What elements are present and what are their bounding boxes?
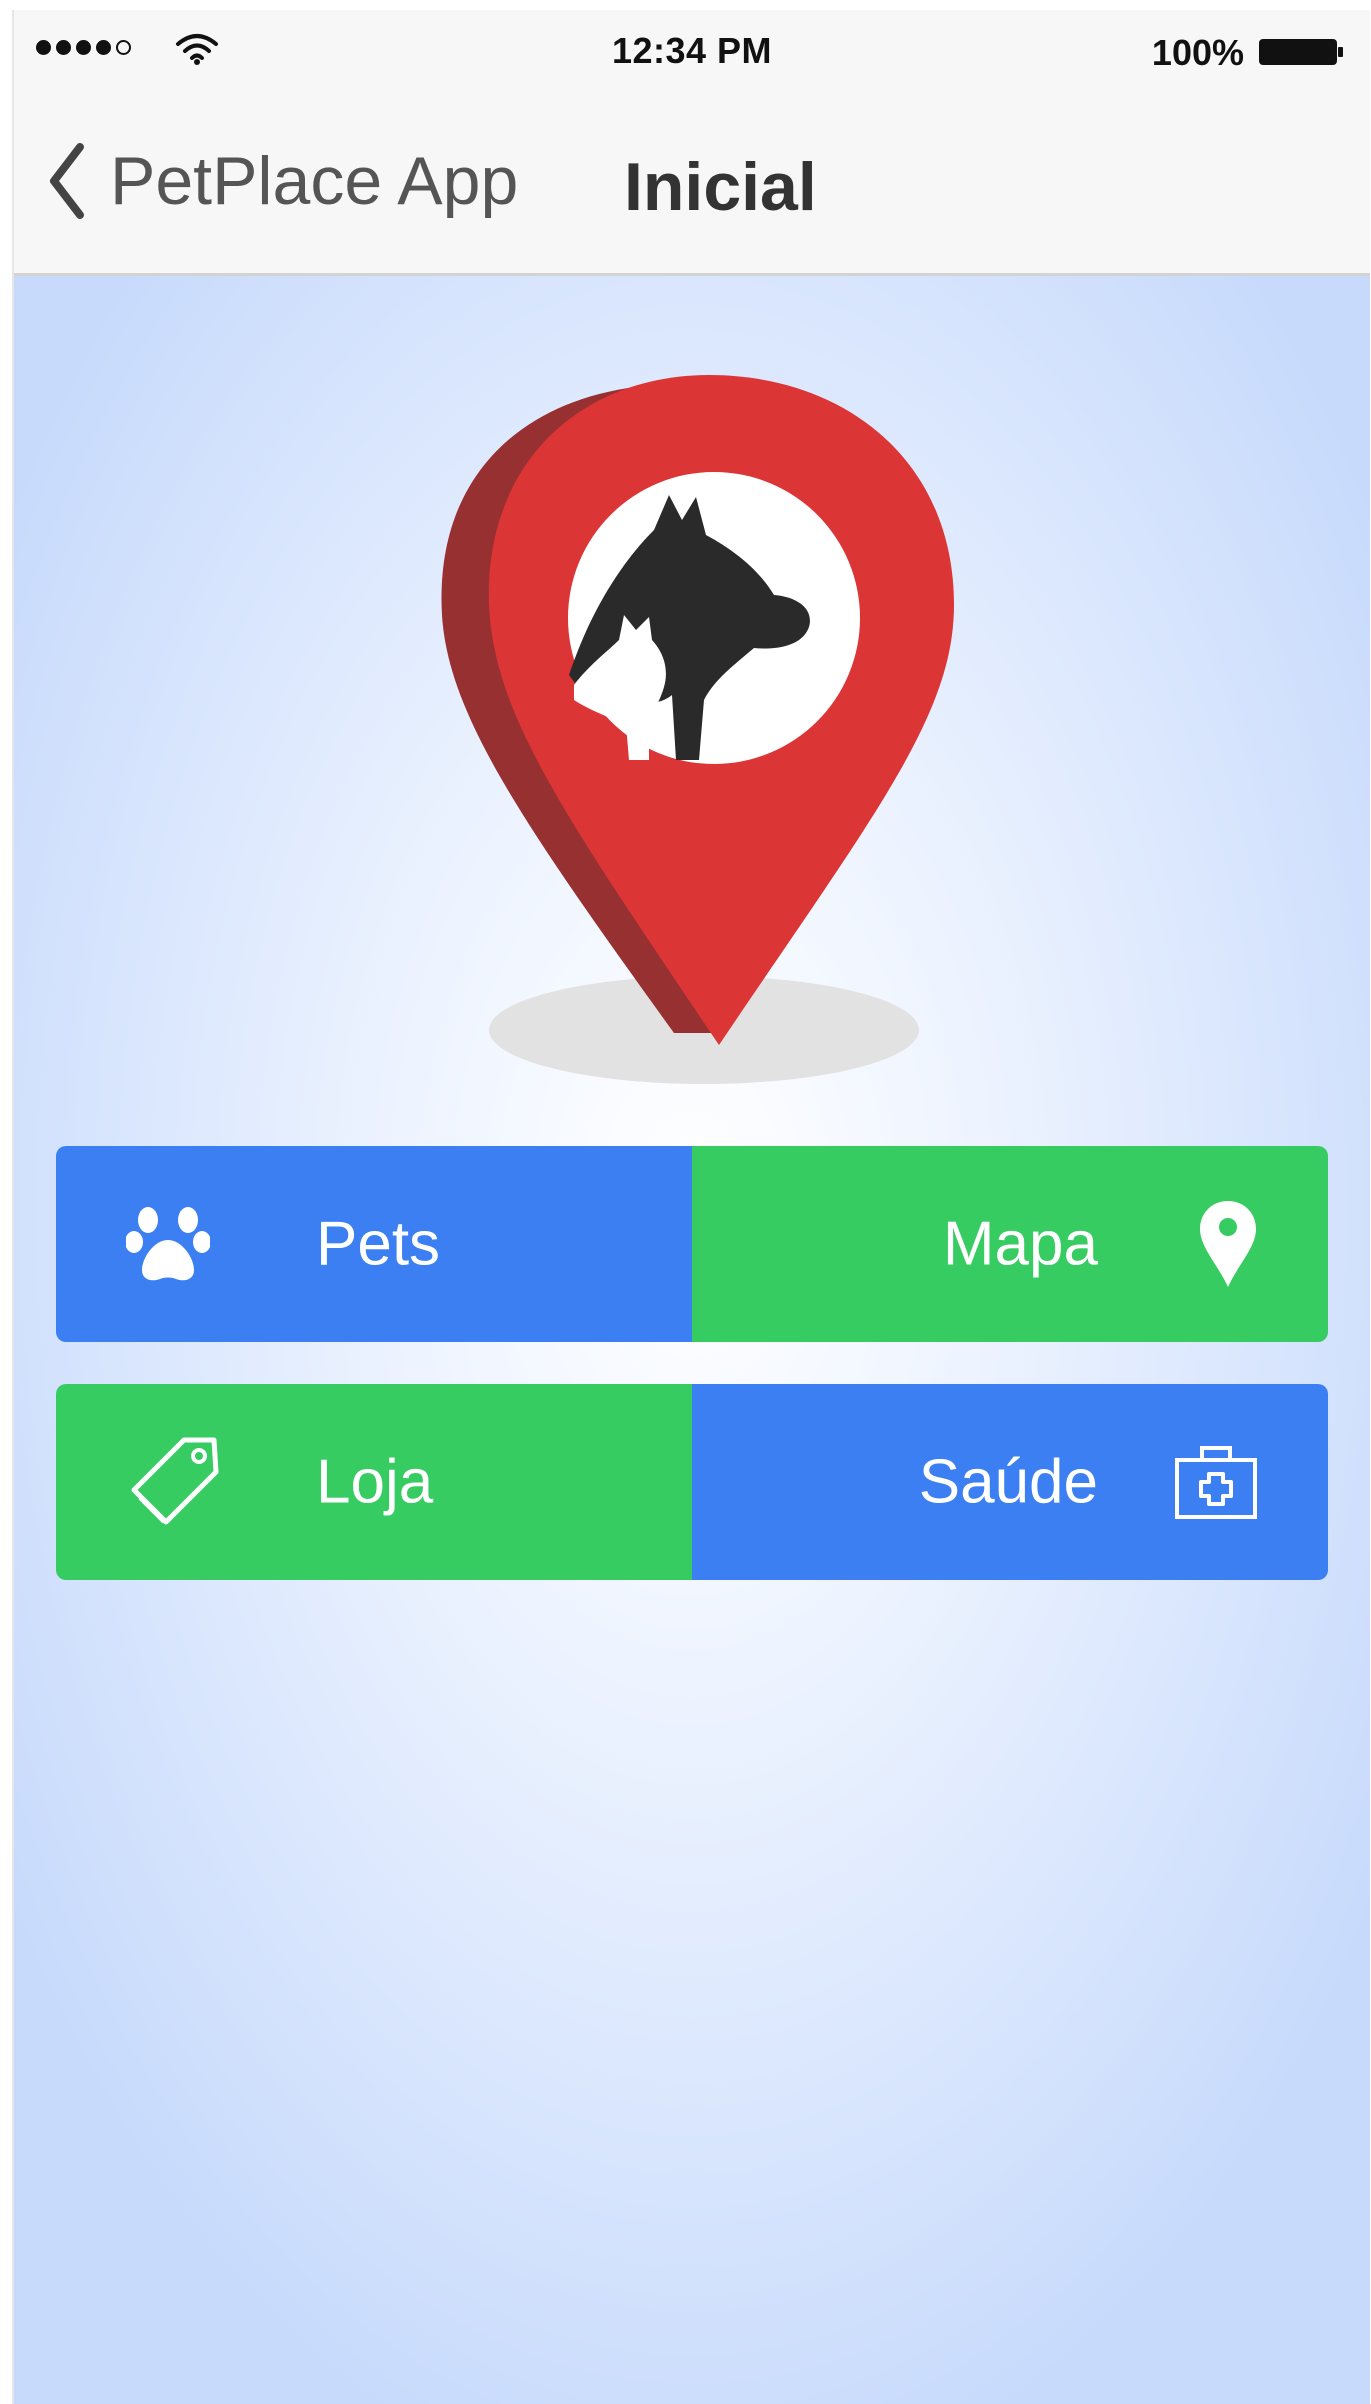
petplace-logo [414, 365, 974, 1105]
status-bar: 12:34 PM 100% [14, 10, 1370, 86]
chevron-left-icon [50, 143, 84, 219]
saude-button[interactable]: Saúde [692, 1384, 1328, 1580]
map-pin-icon [1200, 1201, 1256, 1287]
phone-screen: 12:34 PM 100% PetPlace App Inicial Pets … [12, 10, 1370, 2404]
page-title: Inicial [624, 149, 817, 225]
saude-button-label: Saúde [918, 1447, 1098, 1517]
battery-icon [1259, 39, 1343, 65]
mapa-button[interactable]: Mapa [692, 1146, 1328, 1342]
pets-button-label: Pets [316, 1209, 441, 1279]
back-button[interactable]: PetPlace App [46, 136, 518, 226]
medical-kit-icon [1175, 1446, 1257, 1519]
tag-icon [131, 1437, 219, 1525]
navigation-bar: PetPlace App Inicial [14, 86, 1370, 276]
paw-icon [126, 1207, 210, 1281]
pets-button[interactable]: Pets [56, 1146, 692, 1342]
back-button-label: PetPlace App [110, 143, 519, 219]
loja-button[interactable]: Loja [56, 1384, 692, 1580]
map-pin-pet-logo [441, 375, 954, 1084]
menu-row-2: Loja Saúde [56, 1384, 1328, 1580]
battery-percentage: 100% [1151, 32, 1244, 73]
menu-row-1: Pets Mapa [56, 1146, 1328, 1342]
mapa-button-label: Mapa [942, 1209, 1098, 1279]
loja-button-label: Loja [316, 1447, 434, 1517]
